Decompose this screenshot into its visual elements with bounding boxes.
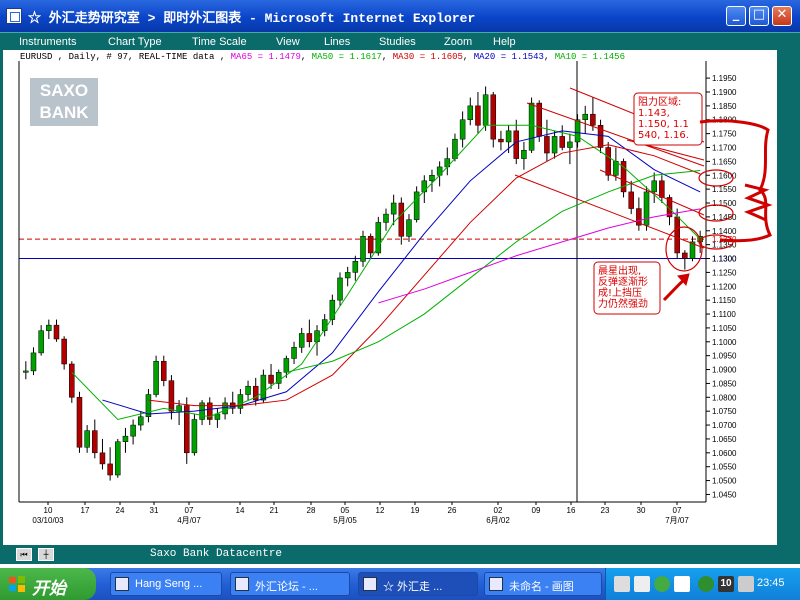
paint-icon bbox=[489, 577, 503, 591]
legend-symbol: EURUSD , Daily, # 97, REAL-TIME data , bbox=[20, 52, 226, 62]
resistance-line-4: 540, 1.16. bbox=[638, 130, 689, 141]
chart-menubar: Instruments Chart Type Time Scale View L… bbox=[0, 32, 800, 51]
resistance-line-3: 1.150, 1.1 bbox=[638, 119, 689, 130]
morning-star-line-2: 反弹逐渐形 bbox=[598, 277, 648, 288]
nav-first-icon[interactable]: ⏮ bbox=[16, 548, 32, 561]
ie-page-icon bbox=[6, 8, 22, 24]
flag-icon[interactable] bbox=[698, 576, 714, 592]
legend-ma30: MA30 = 1.1605 bbox=[392, 52, 463, 62]
morning-star-annotation: 晨星出现, 反弹逐渐形 成!上挡压 力仍然强劲 bbox=[598, 266, 662, 310]
menu-chart-type[interactable]: Chart Type bbox=[108, 36, 162, 48]
menu-view[interactable]: View bbox=[276, 36, 300, 48]
screen-icon[interactable] bbox=[634, 576, 650, 592]
menu-help[interactable]: Help bbox=[493, 36, 516, 48]
speaker-icon[interactable] bbox=[738, 576, 754, 592]
chart-statusbar: ⏮ ┼ Saxo Bank Datacentre bbox=[0, 545, 800, 564]
vertical-scrollbar[interactable] bbox=[777, 50, 800, 545]
menu-studies[interactable]: Studies bbox=[379, 36, 416, 48]
legend-ma65: MA65 = 1.1479 bbox=[230, 52, 301, 62]
window-title: ☆ 外汇走势研究室 > 即时外汇图表 - Microsoft Internet … bbox=[28, 11, 476, 26]
calendar-badge-icon[interactable]: 10 bbox=[718, 576, 734, 592]
task-hang-seng[interactable]: Hang Seng ... bbox=[110, 572, 222, 596]
start-label: 开始 bbox=[32, 579, 66, 598]
window-icon bbox=[363, 577, 377, 591]
close-button[interactable]: ✕ bbox=[772, 6, 792, 26]
clock: 23:45 bbox=[757, 577, 785, 589]
menu-instruments[interactable]: Instruments bbox=[19, 36, 76, 48]
chat-icon[interactable] bbox=[674, 576, 690, 592]
morning-star-line-1: 晨星出现, bbox=[598, 266, 642, 277]
legend-ma50: MA50 = 1.1617 bbox=[311, 52, 382, 62]
task-label: ☆ 外汇走 ... bbox=[383, 581, 443, 593]
resistance-line-2: 1.143, bbox=[638, 108, 670, 119]
window-left-border bbox=[0, 50, 3, 545]
task-label: 外汇论坛 - ... bbox=[255, 581, 318, 593]
minimize-button[interactable]: _ bbox=[726, 6, 746, 26]
legend-ma10: MA10 = 1.1456 bbox=[554, 52, 625, 62]
task-forex-forum[interactable]: 外汇论坛 - ... bbox=[230, 572, 350, 596]
maximize-button[interactable]: □ bbox=[749, 6, 769, 26]
menu-zoom[interactable]: Zoom bbox=[444, 36, 472, 48]
task-label: Hang Seng ... bbox=[135, 578, 203, 590]
menu-time-scale[interactable]: Time Scale bbox=[192, 36, 247, 48]
chart-legend: EURUSD , Daily, # 97, REAL-TIME data , M… bbox=[20, 52, 625, 62]
window-icon bbox=[235, 577, 249, 591]
logo-line-1: SAXO bbox=[39, 81, 89, 100]
windows-flag-icon bbox=[9, 576, 25, 592]
menu-lines[interactable]: Lines bbox=[324, 36, 350, 48]
logo-line-2: BANK bbox=[39, 103, 89, 122]
window-titlebar[interactable]: ☆ 外汇走势研究室 > 即时外汇图表 - Microsoft Internet … bbox=[0, 0, 800, 32]
status-text: Saxo Bank Datacentre bbox=[150, 548, 283, 560]
saxo-bank-logo: SAXO BANK bbox=[30, 78, 98, 126]
resistance-line-1: 阻力区域: bbox=[638, 97, 682, 108]
task-forex-chart[interactable]: ☆ 外汇走 ... bbox=[358, 572, 478, 596]
resistance-annotation: 阻力区域: 1.143, 1.150, 1.1 540, 1.16. bbox=[638, 97, 700, 141]
morning-star-line-3: 成!上挡压 bbox=[598, 288, 643, 299]
task-paint[interactable]: 未命名 - 画图 bbox=[484, 572, 602, 596]
legend-ma20: MA20 = 1.1543 bbox=[473, 52, 544, 62]
task-label: 未命名 - 画图 bbox=[509, 581, 574, 593]
keyboard-icon[interactable] bbox=[614, 576, 630, 592]
window-icon bbox=[115, 577, 129, 591]
start-button[interactable]: 开始 bbox=[0, 568, 96, 600]
network-icon[interactable] bbox=[654, 576, 670, 592]
crosshair-icon[interactable]: ┼ bbox=[38, 548, 54, 561]
morning-star-line-4: 力仍然强劲 bbox=[598, 299, 648, 310]
